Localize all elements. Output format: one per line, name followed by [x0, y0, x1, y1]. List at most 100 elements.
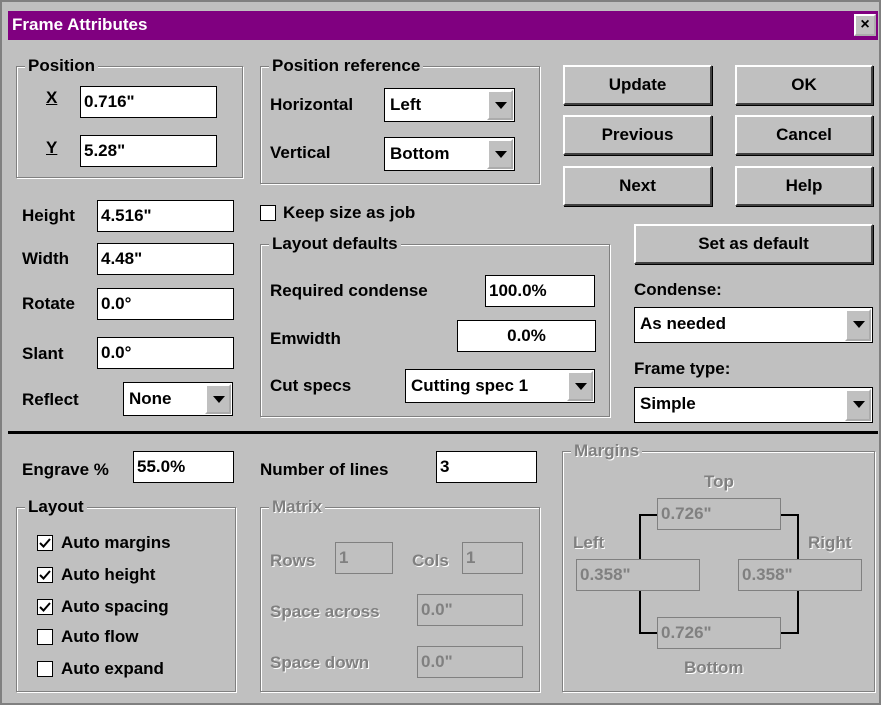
margin-top-field[interactable]: 0.726": [657, 498, 781, 530]
engrave-label: Engrave %: [22, 460, 109, 479]
margin-top-label: Top: [704, 472, 734, 491]
close-button[interactable]: ×: [854, 14, 876, 36]
frame-type-select[interactable]: Simple: [634, 387, 873, 423]
chevron-down-icon[interactable]: [487, 90, 513, 120]
engrave-field[interactable]: 55.0%: [133, 451, 234, 483]
condense-label: Condense:: [634, 280, 722, 299]
margin-connector-line: [797, 514, 799, 559]
auto-expand-checkbox[interactable]: [37, 661, 53, 677]
close-icon: ×: [860, 16, 870, 33]
frame-attributes-dialog: Frame Attributes × Position X 0.716" Y 5…: [0, 0, 881, 705]
reflect-select[interactable]: None: [123, 382, 233, 416]
frame-type-label: Frame type:: [634, 359, 731, 378]
slant-label: Slant: [22, 344, 64, 363]
horizontal-value: Left: [390, 95, 422, 114]
number-of-lines-label: Number of lines: [260, 460, 389, 479]
dialog-title: Frame Attributes: [12, 15, 148, 34]
vertical-select[interactable]: Bottom: [384, 137, 515, 171]
margin-connector-line: [639, 514, 641, 559]
y-label: Y: [46, 138, 58, 157]
previous-button[interactable]: Previous: [563, 115, 712, 155]
set-as-default-button[interactable]: Set as default: [634, 224, 873, 264]
chevron-down-icon[interactable]: [845, 389, 871, 421]
vertical-value: Bottom: [390, 144, 450, 163]
rows-label: Rows: [270, 551, 316, 570]
auto-flow-checkbox[interactable]: [37, 629, 53, 645]
x-field[interactable]: 0.716": [80, 86, 217, 118]
cut-specs-value: Cutting spec 1: [411, 376, 529, 395]
position-group-title: Position: [25, 56, 99, 76]
margin-left-label: Left: [573, 533, 605, 552]
x-label: X: [46, 88, 58, 107]
keep-size-label: Keep size as job: [283, 203, 416, 222]
help-button[interactable]: Help: [735, 166, 873, 206]
slant-field[interactable]: 0.0°: [97, 337, 234, 369]
space-across-field[interactable]: 0.0": [417, 594, 523, 626]
required-condense-field[interactable]: 100.0%: [485, 275, 595, 307]
y-field[interactable]: 5.28": [80, 135, 217, 167]
chevron-down-icon[interactable]: [567, 371, 593, 401]
vertical-label: Vertical: [270, 143, 331, 162]
reflect-label: Reflect: [22, 390, 79, 409]
margin-connector-line: [797, 591, 799, 634]
horizontal-label: Horizontal: [270, 95, 354, 114]
rows-field[interactable]: 1: [335, 542, 393, 574]
margin-bottom-label: Bottom: [684, 658, 744, 677]
checkmark-icon: [39, 570, 51, 580]
cols-label: Cols: [412, 551, 449, 570]
layout-defaults-title: Layout defaults: [269, 234, 401, 254]
auto-expand-label: Auto expand: [61, 659, 164, 678]
cols-field[interactable]: 1: [462, 542, 523, 574]
chevron-down-icon[interactable]: [487, 139, 513, 169]
margin-connector-line: [781, 632, 799, 634]
height-label: Height: [22, 206, 75, 225]
section-divider: [8, 431, 878, 434]
matrix-group-title: Matrix: [269, 497, 326, 517]
cut-specs-select[interactable]: Cutting spec 1: [405, 369, 595, 403]
chevron-down-icon[interactable]: [205, 384, 231, 414]
auto-spacing-checkbox[interactable]: [37, 599, 53, 615]
auto-spacing-label: Auto spacing: [61, 597, 169, 616]
margins-group-title: Margins: [571, 441, 643, 461]
cancel-button[interactable]: Cancel: [735, 115, 873, 155]
auto-height-checkbox[interactable]: [37, 567, 53, 583]
margin-connector-line: [639, 632, 657, 634]
margin-connector-line: [639, 591, 641, 634]
update-button[interactable]: Update: [563, 65, 712, 105]
emwidth-label: Emwidth: [270, 329, 341, 348]
auto-height-label: Auto height: [61, 565, 156, 584]
required-condense-label: Required condense: [270, 281, 428, 300]
space-down-label: Space down: [270, 653, 370, 672]
keep-size-checkbox[interactable]: [260, 205, 276, 221]
title-bar[interactable]: Frame Attributes ×: [8, 11, 878, 40]
space-down-field[interactable]: 0.0": [417, 646, 523, 678]
cut-specs-label: Cut specs: [270, 376, 352, 395]
height-field[interactable]: 4.516": [97, 200, 234, 232]
number-of-lines-field[interactable]: 3: [436, 451, 537, 483]
chevron-down-icon[interactable]: [845, 309, 871, 341]
margin-connector-line: [639, 514, 657, 516]
position-reference-title: Position reference: [269, 56, 424, 76]
layout-group-title: Layout: [25, 497, 87, 517]
checkmark-icon: [39, 602, 51, 612]
ok-button[interactable]: OK: [735, 65, 873, 105]
margin-right-field[interactable]: 0.358": [738, 559, 862, 591]
frame-type-value: Simple: [640, 394, 696, 413]
condense-value: As needed: [640, 314, 726, 333]
space-across-label: Space across: [270, 602, 380, 621]
margin-bottom-field[interactable]: 0.726": [657, 617, 781, 649]
margin-right-label: Right: [808, 533, 852, 552]
width-field[interactable]: 4.48": [97, 243, 234, 275]
horizontal-select[interactable]: Left: [384, 88, 515, 122]
next-button[interactable]: Next: [563, 166, 712, 206]
rotate-field[interactable]: 0.0°: [97, 288, 234, 320]
condense-select[interactable]: As needed: [634, 307, 873, 343]
checkmark-icon: [39, 538, 51, 548]
margin-left-field[interactable]: 0.358": [576, 559, 700, 591]
auto-margins-checkbox[interactable]: [37, 535, 53, 551]
emwidth-field[interactable]: 0.0%: [457, 320, 596, 352]
rotate-label: Rotate: [22, 294, 75, 313]
auto-flow-label: Auto flow: [61, 627, 139, 646]
width-label: Width: [22, 249, 70, 268]
reflect-value: None: [129, 389, 172, 408]
